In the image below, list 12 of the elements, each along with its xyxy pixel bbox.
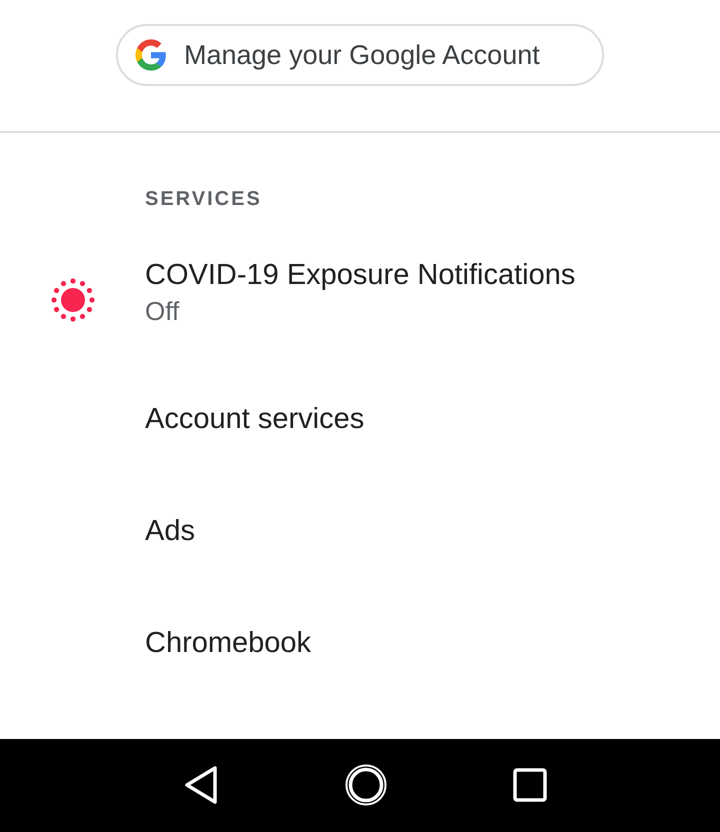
home-icon[interactable] <box>344 763 388 808</box>
recents-icon[interactable] <box>513 768 548 802</box>
back-icon[interactable] <box>182 765 219 806</box>
service-status: Off <box>145 296 180 327</box>
service-title[interactable]: Chromebook <box>145 626 312 660</box>
manage-account-button[interactable]: Manage your Google Account <box>116 24 604 86</box>
service-title[interactable]: COVID-19 Exposure Notifications <box>145 258 576 292</box>
exposure-notification-icon <box>50 276 96 323</box>
google-logo-icon <box>134 38 168 72</box>
service-title[interactable]: Ads <box>145 514 195 548</box>
section-heading: SERVICES <box>145 188 262 211</box>
service-title[interactable]: Account services <box>145 402 364 436</box>
